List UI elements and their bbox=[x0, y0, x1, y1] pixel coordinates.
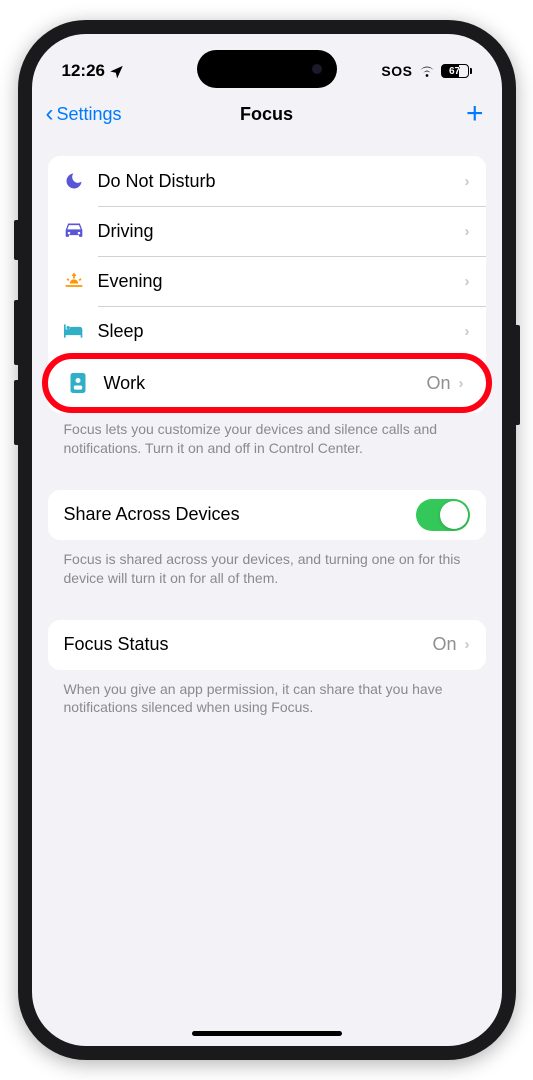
chevron-left-icon: ‹ bbox=[46, 100, 54, 128]
screen: 12:26 SOS 67 ‹ Settings Foc bbox=[32, 34, 502, 1046]
badge-icon bbox=[70, 373, 100, 393]
nav-bar: ‹ Settings Focus + bbox=[32, 90, 502, 138]
chevron-right-icon: › bbox=[459, 375, 464, 392]
add-button[interactable]: + bbox=[466, 99, 488, 129]
share-group: Share Across Devices bbox=[48, 490, 486, 540]
share-footer: Focus is shared across your devices, and… bbox=[48, 540, 486, 588]
status-label: Focus Status bbox=[64, 634, 433, 655]
sos-indicator: SOS bbox=[381, 63, 412, 79]
back-button[interactable]: ‹ Settings bbox=[46, 100, 122, 128]
status-time: 12:26 bbox=[62, 61, 105, 81]
bed-icon bbox=[64, 324, 94, 338]
back-label: Settings bbox=[57, 104, 122, 125]
focus-item-label: Evening bbox=[94, 271, 465, 292]
focus-item-label: Sleep bbox=[94, 321, 465, 342]
sunset-icon bbox=[64, 272, 94, 290]
page-title: Focus bbox=[240, 104, 293, 125]
chevron-right-icon: › bbox=[465, 636, 470, 653]
focus-item-value: On bbox=[426, 373, 450, 394]
moon-icon bbox=[64, 171, 94, 191]
focus-item-sleep[interactable]: Sleep › bbox=[48, 306, 486, 356]
chevron-right-icon: › bbox=[465, 273, 470, 290]
share-across-devices-row[interactable]: Share Across Devices bbox=[48, 490, 486, 540]
chevron-right-icon: › bbox=[465, 323, 470, 340]
status-value: On bbox=[432, 634, 456, 655]
share-label: Share Across Devices bbox=[64, 504, 416, 525]
home-indicator[interactable] bbox=[192, 1031, 342, 1036]
focus-item-label: Driving bbox=[94, 221, 465, 242]
phone-frame: 12:26 SOS 67 ‹ Settings Foc bbox=[18, 20, 516, 1060]
focus-item-label: Work bbox=[100, 373, 427, 394]
location-icon bbox=[109, 64, 124, 79]
focus-item-evening[interactable]: Evening › bbox=[48, 256, 486, 306]
focus-item-do-not-disturb[interactable]: Do Not Disturb › bbox=[48, 156, 486, 206]
focus-footer: Focus lets you customize your devices an… bbox=[48, 410, 486, 458]
chevron-right-icon: › bbox=[465, 223, 470, 240]
focus-status-row[interactable]: Focus Status On › bbox=[48, 620, 486, 670]
wifi-icon bbox=[418, 64, 436, 78]
battery-indicator: 67 bbox=[441, 64, 472, 78]
share-toggle[interactable] bbox=[416, 499, 470, 531]
focus-item-label: Do Not Disturb bbox=[94, 171, 465, 192]
focus-item-driving[interactable]: Driving › bbox=[48, 206, 486, 256]
focus-list: Do Not Disturb › Driving › Evening › bbox=[48, 156, 486, 413]
chevron-right-icon: › bbox=[465, 173, 470, 190]
car-icon bbox=[64, 223, 94, 239]
status-footer: When you give an app permission, it can … bbox=[48, 670, 486, 718]
focus-item-work[interactable]: Work On › bbox=[42, 353, 492, 413]
dynamic-island bbox=[197, 50, 337, 88]
status-group: Focus Status On › bbox=[48, 620, 486, 670]
